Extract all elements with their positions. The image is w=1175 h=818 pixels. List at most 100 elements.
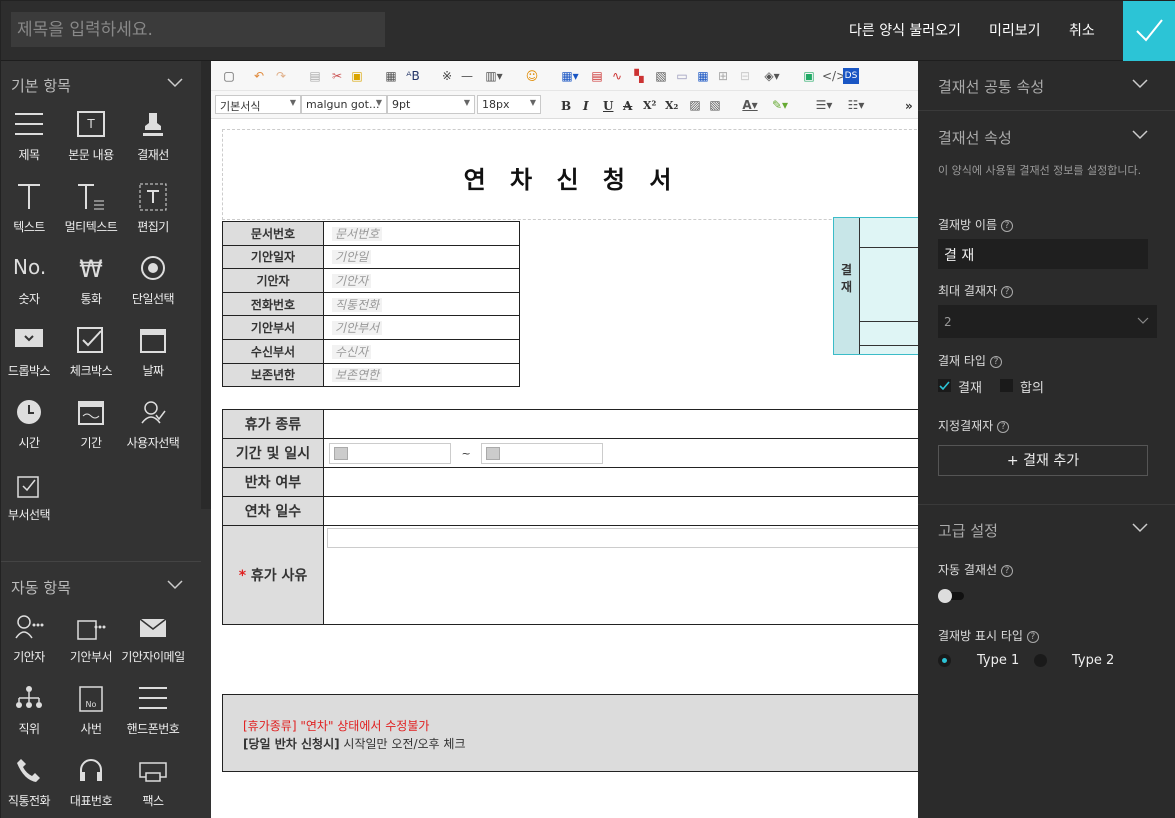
auto-tool-4[interactable]: No 사번 (59, 685, 123, 751)
name-input[interactable]: 결 재 (938, 239, 1148, 269)
confirm-button[interactable] (1123, 1, 1175, 61)
more-tools-button[interactable]: » (905, 99, 913, 113)
type-approve-checkbox[interactable] (938, 379, 951, 392)
advanced-header[interactable]: 고급 설정 (918, 505, 1175, 555)
info-value-cell[interactable]: 기안일 (323, 244, 520, 270)
basic-tool-3[interactable]: 텍스트 (0, 183, 61, 249)
info-value-cell[interactable]: 기안자 (323, 268, 520, 293)
style-select[interactable]: 기본서식 ▼ (215, 95, 301, 114)
table-merge-icon[interactable]: ▚ (631, 68, 647, 84)
help-icon[interactable]: ? (1001, 219, 1014, 232)
line-props-header[interactable]: 결재선 속성 (918, 112, 1175, 162)
auto-tool-6[interactable]: 직통전화 (0, 757, 61, 818)
strikethrough-button[interactable]: A (623, 99, 632, 113)
auto-tool-8[interactable]: 팩스 (121, 757, 185, 818)
basic-tool-15[interactable]: 부서선택 (0, 471, 61, 537)
add-approver-button[interactable]: + 결재 추가 (938, 445, 1148, 476)
emoji-icon[interactable]: ☺ (524, 68, 540, 84)
superscript-button[interactable]: X² (643, 99, 656, 112)
preview-link[interactable]: 미리보기 (989, 20, 1041, 40)
redo-icon[interactable]: ↷ (273, 68, 289, 84)
type-agree-checkbox[interactable] (1000, 379, 1013, 392)
subscript-button[interactable]: X₂ (665, 99, 678, 112)
unordered-list-icon[interactable]: ☷▾ (843, 97, 869, 113)
half-day-field[interactable] (323, 467, 918, 497)
font-size-select[interactable]: 9pt ▼ (387, 95, 475, 114)
basic-tool-8[interactable]: 단일선택 (121, 255, 185, 321)
line-height-select[interactable]: 18px ▼ (477, 95, 541, 114)
basic-tool-7[interactable]: ₩ 통화 (59, 255, 123, 321)
basic-tool-6[interactable]: No. 숫자 (0, 255, 61, 321)
help-icon[interactable]: ? (1001, 285, 1014, 298)
find-icon[interactable]: ▦ (383, 68, 399, 84)
cell-split-icon[interactable]: ⊞ (715, 68, 731, 84)
doc-title-box[interactable]: 연 차 신 청 서 (222, 129, 918, 220)
help-icon[interactable]: ? (1001, 564, 1014, 577)
ordered-list-icon[interactable]: ☰▾ (811, 97, 837, 113)
auto-tool-2[interactable]: 기안자이메일 (121, 613, 185, 679)
basic-tool-0[interactable]: 제목 (0, 111, 61, 177)
approval-box[interactable]: 결재 (833, 217, 918, 355)
info-value-cell[interactable]: 문서번호 (323, 221, 520, 246)
clear-format-icon[interactable]: ▨ (687, 97, 703, 113)
help-icon[interactable]: ? (1026, 630, 1039, 643)
special-char-icon[interactable]: ※ (439, 68, 455, 84)
highlight-color-icon[interactable]: ✎▾ (767, 97, 793, 113)
copy-icon[interactable]: ▤ (307, 68, 323, 84)
basic-items-header[interactable]: 기본 항목 (11, 75, 191, 95)
help-icon[interactable]: ? (997, 420, 1010, 433)
basic-tool-9[interactable]: 드롭박스 (0, 327, 61, 393)
basic-tool-12[interactable]: 시간 (0, 399, 61, 465)
cancel-link[interactable]: 취소 (1069, 20, 1095, 40)
font-color-icon[interactable]: A▾ (737, 97, 763, 113)
info-value-cell[interactable]: 보존연한 (323, 362, 520, 388)
undo-icon[interactable]: ↶ (251, 68, 267, 84)
days-field[interactable] (323, 496, 918, 526)
cell-grid-icon[interactable]: ▦ (695, 68, 711, 84)
italic-button[interactable]: I (583, 99, 589, 113)
cell-insert-icon[interactable]: ▭ (674, 68, 690, 84)
font-select[interactable]: malgun got... ▼ (301, 95, 387, 114)
basic-tool-1[interactable]: T 본문 내용 (59, 111, 123, 177)
basic-tool-13[interactable]: 기간 (59, 399, 123, 465)
bold-button[interactable]: B (561, 99, 571, 113)
load-other-form-link[interactable]: 다른 양식 불러오기 (849, 20, 961, 40)
auto-tool-1[interactable]: 기안부서 (59, 613, 123, 679)
horizontal-line-icon[interactable]: — (459, 68, 475, 84)
table-props-icon[interactable]: ▧ (653, 68, 669, 84)
type1-radio[interactable] (938, 654, 951, 667)
common-props-header[interactable]: 결재선 공통 속성 (918, 61, 1175, 111)
help-icon[interactable]: ? (989, 355, 1002, 368)
auto-tool-5[interactable]: 핸드폰번호 (121, 685, 185, 751)
basic-tool-5[interactable]: 편집기 (121, 183, 185, 249)
vacation-type-field[interactable] (323, 409, 918, 439)
basic-tool-10[interactable]: 체크박스 (59, 327, 123, 393)
layout-icon[interactable]: ▥▾ (481, 68, 507, 84)
table-icon[interactable]: ▦▾ (557, 68, 583, 84)
fill-icon[interactable]: ◈▾ (759, 68, 785, 84)
table-edit-icon[interactable]: ▤ (589, 68, 605, 84)
info-value-cell[interactable]: 기안부서 (323, 315, 520, 340)
cell-merge-icon[interactable]: ⊟ (737, 68, 753, 84)
new-doc-icon[interactable]: ▢ (221, 68, 237, 84)
replace-icon[interactable]: ᴬB (405, 68, 421, 84)
basic-tool-11[interactable]: 날짜 (121, 327, 185, 393)
basic-tool-4[interactable]: 멀티텍스트 (59, 183, 123, 249)
max-approver-select[interactable]: 2 (938, 305, 1157, 338)
auto-line-toggle[interactable] (938, 589, 966, 603)
end-date-input[interactable] (481, 442, 604, 464)
type2-radio[interactable] (1034, 654, 1047, 667)
cut-icon[interactable]: ✂ (329, 68, 345, 84)
auto-tool-7[interactable]: 대표번호 (59, 757, 123, 818)
format-painter-icon[interactable]: ▧ (707, 97, 723, 113)
basic-tool-2[interactable]: 결재선 (121, 111, 185, 177)
table-style-icon[interactable]: ∿ (609, 68, 625, 84)
info-value-cell[interactable]: 직통전화 (323, 291, 520, 317)
basic-tool-14[interactable]: 사용자선택 (121, 399, 185, 465)
underline-button[interactable]: U (603, 99, 613, 113)
image-icon[interactable]: ▣ (801, 68, 817, 84)
auto-tool-0[interactable]: 기안자 (0, 613, 61, 679)
info-value-cell[interactable]: 수신자 (323, 338, 520, 364)
ds-icon[interactable]: DS (843, 68, 859, 84)
title-input[interactable] (11, 12, 385, 47)
